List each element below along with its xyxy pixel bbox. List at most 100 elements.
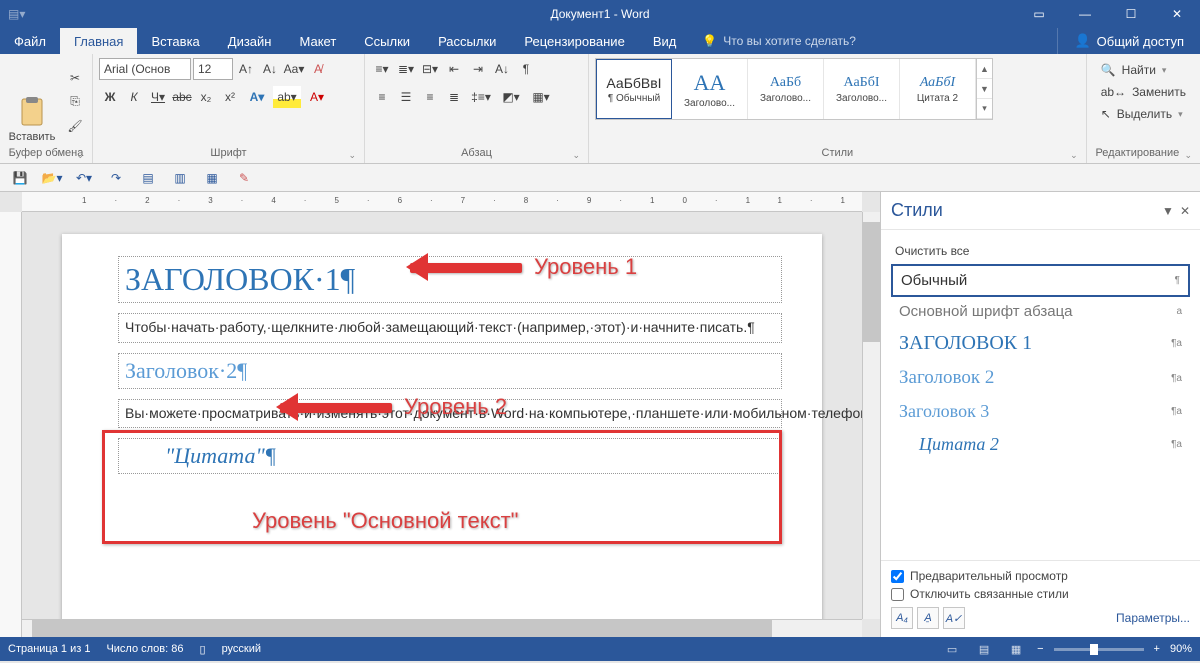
document-scroll[interactable]: ЗАГОЛОВОК·1¶ Чтобы·начать·работу,·щелкни… [22, 212, 862, 637]
style-heading1[interactable]: AA Заголово... [672, 59, 748, 119]
tab-design[interactable]: Дизайн [214, 28, 286, 54]
justify-button[interactable]: ≣ [443, 86, 465, 108]
print-layout-icon[interactable]: ▤ [973, 640, 995, 658]
align-left-button[interactable]: ≡ [371, 86, 393, 108]
show-marks-button[interactable]: ¶ [515, 58, 537, 80]
numbering-button[interactable]: ≣▾ [395, 58, 417, 80]
chevron-up-icon[interactable]: ▲ [977, 59, 992, 79]
bullets-button[interactable]: ≡▾ [371, 58, 393, 80]
strikethrough-button[interactable]: abc [171, 86, 193, 108]
spellcheck-icon[interactable]: ▯ [200, 643, 206, 656]
superscript-button[interactable]: x² [219, 86, 241, 108]
web-layout-icon[interactable]: ▦ [1005, 640, 1027, 658]
select-button[interactable]: ↖Выделить▾ [1101, 104, 1186, 124]
read-mode-icon[interactable]: ▭ [941, 640, 963, 658]
page-indicator[interactable]: Страница 1 из 1 [8, 643, 90, 655]
style-row-h2[interactable]: Заголовок 2¶a [891, 361, 1190, 395]
ribbon-options-icon[interactable]: ▤▾ [8, 7, 25, 21]
clear-all-button[interactable]: Очистить все [891, 238, 1190, 264]
borders-button[interactable]: ▦▾ [527, 86, 555, 108]
grow-font-button[interactable]: A↑ [235, 58, 257, 80]
close-button[interactable]: ✕ [1154, 0, 1200, 28]
tab-file[interactable]: Файл [0, 28, 60, 54]
style-row-normal[interactable]: Обычный¶ [891, 264, 1190, 297]
disable-linked-checkbox[interactable]: Отключить связанные стили [891, 587, 1190, 601]
tab-references[interactable]: Ссылки [350, 28, 424, 54]
heading2-text[interactable]: Заголовок·2¶ [125, 358, 775, 384]
paste-button[interactable]: Вставить [6, 58, 58, 145]
vertical-ruler[interactable] [0, 212, 22, 637]
tab-home[interactable]: Главная [60, 28, 137, 54]
zoom-out-button[interactable]: − [1037, 643, 1043, 655]
sort-button[interactable]: A↓ [491, 58, 513, 80]
zoom-level[interactable]: 90% [1170, 643, 1192, 655]
body1-text[interactable]: Чтобы·начать·работу,·щелкните·любой·заме… [125, 318, 775, 338]
cut-button[interactable]: ✂ [64, 67, 86, 89]
tab-mailings[interactable]: Рассылки [424, 28, 510, 54]
minimize-button[interactable]: — [1062, 0, 1108, 28]
preview-checkbox[interactable]: Предварительный просмотр [891, 569, 1190, 583]
decrease-indent-button[interactable]: ⇤ [443, 58, 465, 80]
multilevel-button[interactable]: ⊟▾ [419, 58, 441, 80]
qat-button-2[interactable]: ▦ [200, 166, 224, 190]
underline-button[interactable]: Ч▾ [147, 86, 169, 108]
shrink-font-button[interactable]: A↓ [259, 58, 281, 80]
style-row-h1[interactable]: ЗАГОЛОВОК 1¶a [891, 326, 1190, 361]
tab-view[interactable]: Вид [639, 28, 691, 54]
undo-button[interactable]: ↶▾ [72, 166, 96, 190]
open-button[interactable]: 📂▾ [40, 166, 64, 190]
page[interactable]: ЗАГОЛОВОК·1¶ Чтобы·начать·работу,·щелкни… [62, 234, 822, 637]
zoom-slider[interactable] [1054, 648, 1144, 651]
align-right-button[interactable]: ≡ [419, 86, 441, 108]
increase-indent-button[interactable]: ⇥ [467, 58, 489, 80]
subscript-button[interactable]: x₂ [195, 86, 217, 108]
styles-gallery[interactable]: АаБбВвІ ¶ Обычный AA Заголово... АаБб За… [595, 58, 993, 120]
style-quote2[interactable]: АаБбІ Цитата 2 [900, 59, 976, 119]
replace-button[interactable]: ab↔Заменить [1101, 82, 1186, 102]
font-name-combo[interactable]: Arial (Основ [99, 58, 191, 80]
style-heading2[interactable]: АаБб Заголово... [748, 59, 824, 119]
clear-formatting-button[interactable]: A̸ [307, 58, 329, 80]
options-link[interactable]: Параметры... [1116, 611, 1190, 625]
font-size-combo[interactable]: 12 [193, 58, 233, 80]
change-case-button[interactable]: Aa▾ [283, 58, 305, 80]
zoom-in-button[interactable]: + [1154, 643, 1160, 655]
horizontal-ruler[interactable]: 1·2·3·4·5·6·7·8·9·10·11·12·13·14·15·16·1… [22, 192, 862, 212]
find-button[interactable]: 🔍Найти▾ [1101, 60, 1186, 80]
horizontal-scrollbar[interactable] [22, 619, 862, 637]
tab-layout[interactable]: Макет [285, 28, 350, 54]
style-heading3[interactable]: АаБбІ Заголово... [824, 59, 900, 119]
font-color-button[interactable]: A▾ [303, 86, 331, 108]
copy-button[interactable]: ⎘ [64, 91, 86, 113]
new-button[interactable]: ▤ [136, 166, 160, 190]
vertical-scrollbar[interactable] [862, 212, 880, 619]
italic-button[interactable]: К [123, 86, 145, 108]
text-effects-button[interactable]: A▾ [243, 86, 271, 108]
style-inspector-icon[interactable]: A̱ [917, 607, 939, 629]
share-button[interactable]: 👤 Общий доступ [1057, 28, 1200, 54]
chevron-down-icon[interactable]: ▼ [977, 79, 992, 99]
save-button[interactable]: 💾 [8, 166, 32, 190]
maximize-button[interactable]: ☐ [1108, 0, 1154, 28]
expand-gallery-icon[interactable]: ▾ [977, 99, 992, 119]
clear-format-button[interactable]: ✎ [232, 166, 256, 190]
highlight-button[interactable]: ab▾ [273, 86, 301, 108]
word-count[interactable]: Число слов: 86 [106, 643, 183, 655]
styles-gallery-more[interactable]: ▲ ▼ ▾ [976, 59, 992, 119]
tell-me-search[interactable]: 💡 Что вы хотите сделать? [690, 28, 1057, 54]
line-spacing-button[interactable]: ‡≡▾ [467, 86, 495, 108]
pane-dropdown-icon[interactable]: ▼ [1162, 204, 1174, 218]
redo-button[interactable]: ↷ [104, 166, 128, 190]
style-row-default-font[interactable]: Основной шрифт абзацаa [891, 297, 1190, 326]
new-style-icon[interactable]: A₄ [891, 607, 913, 629]
qat-button-1[interactable]: ▥ [168, 166, 192, 190]
style-row-h3[interactable]: Заголовок 3¶a [891, 395, 1190, 428]
ribbon-display-options-icon[interactable]: ▭ [1016, 0, 1062, 28]
style-row-quote2[interactable]: Цитата 2¶a [891, 428, 1190, 461]
bold-button[interactable]: Ж [99, 86, 121, 108]
tab-review[interactable]: Рецензирование [510, 28, 638, 54]
manage-styles-icon[interactable]: A✓ [943, 607, 965, 629]
language-indicator[interactable]: русский [222, 643, 261, 655]
shading-button[interactable]: ◩▾ [497, 86, 525, 108]
align-center-button[interactable]: ☰ [395, 86, 417, 108]
